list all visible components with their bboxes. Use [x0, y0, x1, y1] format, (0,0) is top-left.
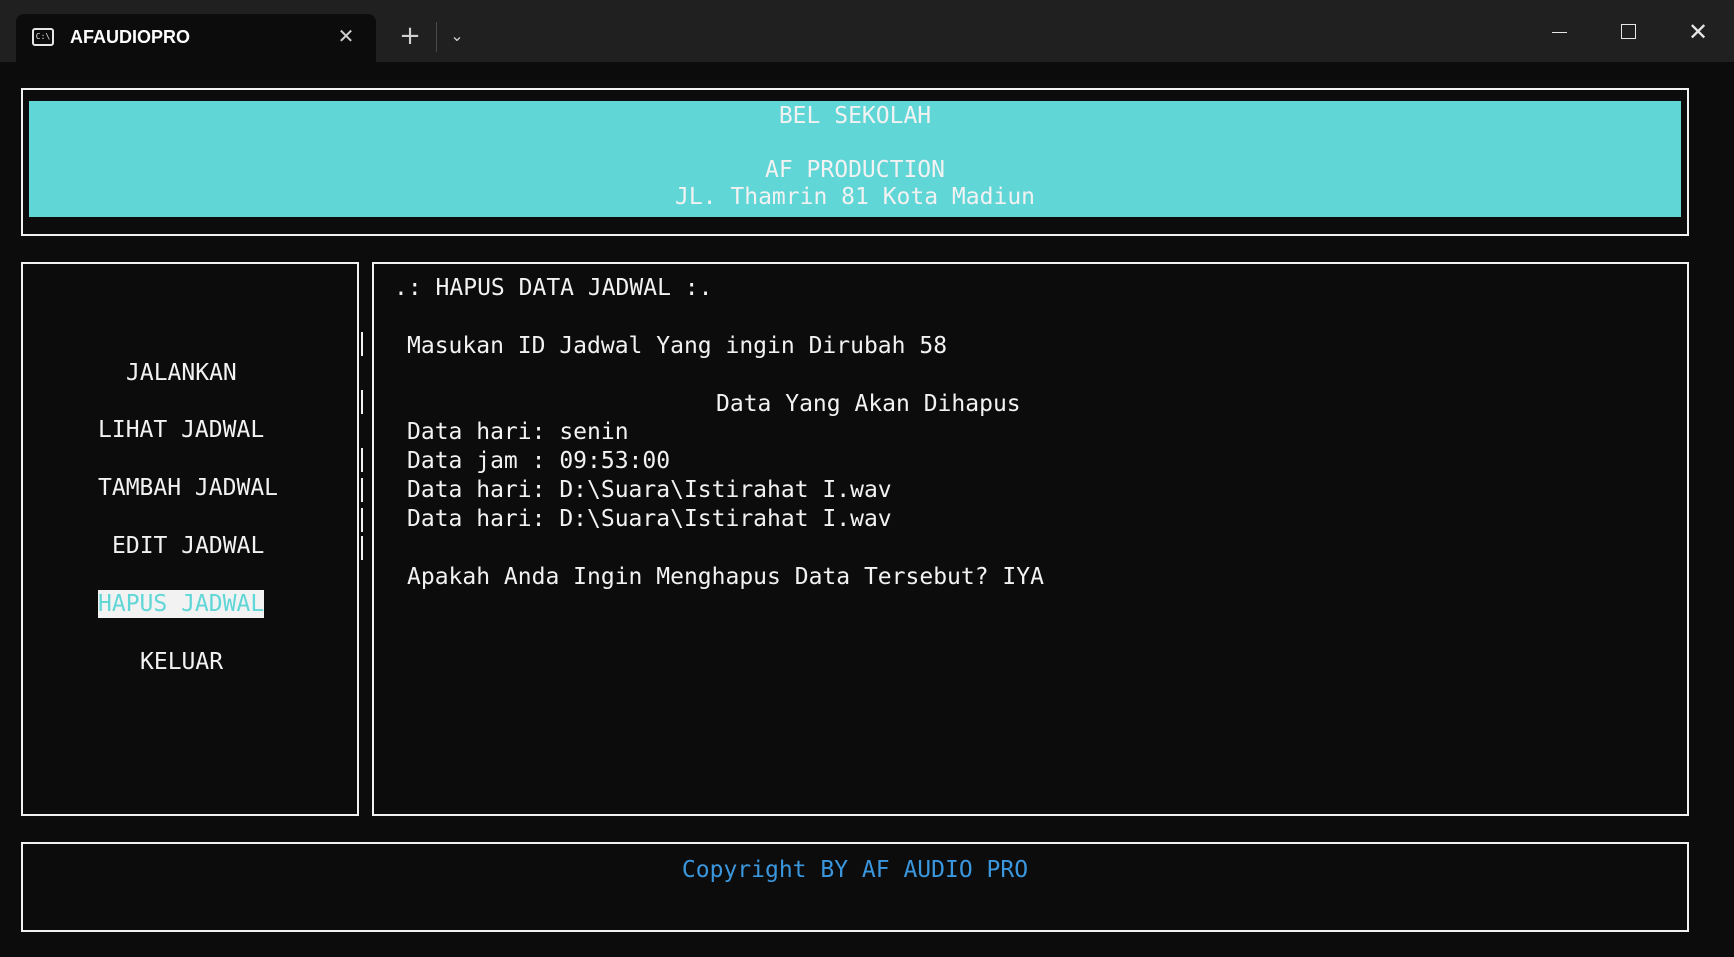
header-address: JL. Thamrin 81 Kota Madiun — [674, 184, 1036, 210]
close-tab-icon[interactable]: ✕ — [334, 24, 358, 48]
section-title: Data Yang Akan Dihapus — [716, 391, 1021, 417]
footer-panel: Copyright BY AF AUDIO PRO — [21, 842, 1689, 932]
minimize-button[interactable] — [1536, 12, 1582, 52]
menu-item-keluar[interactable]: KELUAR — [140, 648, 223, 676]
menu-panel: JALANKAN LIHAT JADWAL TAMBAH JADWAL EDIT… — [21, 262, 359, 816]
new-tab-button[interactable]: + — [395, 20, 425, 52]
menu-item-tambah-jadwal[interactable]: TAMBAH JADWAL — [98, 474, 278, 502]
minimize-icon — [1551, 32, 1567, 33]
border-fragment — [361, 536, 363, 560]
data-line-time: Data jam : 09:53:00 — [407, 448, 671, 474]
title-bar: C:\ AFAUDIOPRO ✕ + ⌄ ✕ — [0, 0, 1734, 62]
content-panel: .: HAPUS DATA JADWAL :. Masukan ID Jadwa… — [372, 262, 1689, 816]
menu-item-edit-jadwal[interactable]: EDIT JADWAL — [112, 532, 264, 560]
copyright-text: Copyright BY AF AUDIO PRO — [681, 857, 1029, 883]
content-heading: .: HAPUS DATA JADWAL :. — [394, 275, 713, 301]
header-title: BEL SEKOLAH — [778, 103, 932, 129]
menu-item-lihat-jadwal[interactable]: LIHAT JADWAL — [98, 416, 264, 444]
border-fragment — [361, 332, 363, 356]
border-fragment — [361, 478, 363, 502]
border-fragment — [361, 508, 363, 532]
id-prompt[interactable]: Masukan ID Jadwal Yang ingin Dirubah 58 — [407, 332, 947, 360]
maximize-icon — [1620, 24, 1636, 39]
data-line-file-1: Data hari: D:\Suara\Istirahat I.wav — [407, 477, 892, 503]
tab-separator — [436, 22, 437, 52]
menu-item-hapus-jadwal[interactable]: HAPUS JADWAL — [98, 590, 265, 618]
header-panel: BEL SEKOLAH AF PRODUCTION JL. Thamrin 81… — [21, 88, 1689, 236]
border-fragment — [361, 448, 363, 472]
data-line-day: Data hari: senin — [407, 419, 629, 445]
border-fragment — [361, 390, 363, 414]
tab-dropdown-icon[interactable]: ⌄ — [442, 20, 472, 52]
header-banner: BEL SEKOLAH AF PRODUCTION JL. Thamrin 81… — [29, 101, 1681, 217]
menu-item-jalankan[interactable]: JALANKAN — [126, 359, 237, 387]
tab-title: AFAUDIOPRO — [70, 27, 191, 47]
data-line-file-2: Data hari: D:\Suara\Istirahat I.wav — [407, 506, 892, 532]
console-area[interactable]: BEL SEKOLAH AF PRODUCTION JL. Thamrin 81… — [4, 62, 1730, 953]
close-window-button[interactable]: ✕ — [1675, 12, 1721, 52]
confirm-prompt[interactable]: Apakah Anda Ingin Menghapus Data Tersebu… — [407, 563, 1044, 591]
terminal-tab[interactable]: C:\ AFAUDIOPRO ✕ — [16, 14, 376, 62]
header-company: AF PRODUCTION — [764, 157, 945, 183]
terminal-icon: C:\ — [32, 28, 54, 46]
maximize-button[interactable] — [1605, 12, 1651, 52]
